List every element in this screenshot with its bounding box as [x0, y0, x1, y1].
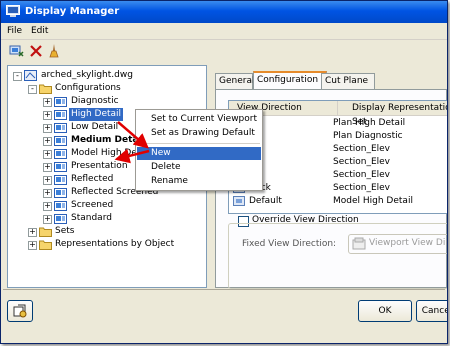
expand-icon[interactable]: + [43, 163, 52, 172]
display-set-cell: Section_Elev [333, 144, 390, 154]
tree-node-label: Reflected [71, 174, 114, 184]
display-configuration-icon [54, 188, 67, 198]
expand-icon[interactable]: + [28, 241, 37, 250]
tree-item-diagnostic[interactable]: + Diagnostic [8, 95, 206, 108]
window-title: Display Manager [25, 6, 120, 17]
context-menu-separator [138, 143, 260, 144]
new-style-icon[interactable] [8, 43, 24, 59]
display-configuration-icon [54, 97, 67, 107]
tab-general[interactable]: General [215, 73, 254, 89]
cancel-button[interactable]: Cancel [416, 300, 447, 322]
style-manager-icon [13, 304, 27, 318]
context-menu: Set to Current Viewport Set as Drawing D… [135, 109, 263, 191]
context-item-label: Delete [151, 162, 181, 172]
title-bar: Display Manager [1, 1, 447, 23]
display-configuration-icon [54, 123, 67, 133]
display-set-cell: Section_Elev [333, 170, 390, 180]
menu-edit[interactable]: Edit [31, 26, 48, 36]
style-manager-button[interactable] [7, 300, 33, 322]
expand-icon[interactable]: + [43, 176, 52, 185]
tree-representations-folder[interactable]: + Representations by Object [8, 238, 206, 251]
menu-bar: File Edit [1, 23, 447, 40]
tree-node-label: Standard [71, 213, 112, 223]
context-item-label: Set to Current Viewport [151, 114, 258, 124]
bottom-separator [3, 289, 445, 290]
context-item-set-drawing-default[interactable]: Set as Drawing Default [137, 127, 261, 140]
display-configuration-icon [54, 136, 67, 146]
folder-icon [39, 84, 52, 94]
context-item-label: New [151, 148, 171, 158]
display-configuration-icon [54, 214, 67, 224]
tree-configurations-folder[interactable]: - Configurations [8, 82, 206, 95]
delete-icon[interactable] [28, 43, 44, 59]
viewport-view-direction-label: Viewport View Directio [369, 238, 447, 248]
toolbar [1, 40, 447, 62]
expand-icon[interactable]: + [43, 215, 52, 224]
tree-root-drawing[interactable]: - arched_skylight.dwg [8, 69, 206, 82]
expand-icon[interactable]: + [28, 228, 37, 237]
tree-node-label: Configurations [55, 83, 121, 93]
expand-icon[interactable]: + [43, 124, 52, 133]
display-set-cell: Section_Elev [333, 183, 390, 193]
purge-icon[interactable] [46, 43, 62, 59]
tree-node-label: Diagnostic [71, 96, 119, 106]
drawing-file-icon [24, 70, 37, 81]
context-item-set-current-viewport[interactable]: Set to Current Viewport [137, 113, 261, 126]
viewport-icon [352, 237, 366, 250]
folder-icon [39, 227, 52, 237]
expand-icon[interactable]: + [43, 98, 52, 107]
expand-icon[interactable]: + [43, 150, 52, 159]
tree-sets-folder[interactable]: + Sets [8, 225, 206, 238]
tree-node-label: Representations by Object [55, 239, 175, 249]
folder-icon [39, 240, 52, 250]
tab-configuration[interactable]: Configuration [253, 71, 327, 91]
context-item-rename[interactable]: Rename [137, 175, 261, 188]
display-set-cell: Model High Detail [333, 196, 413, 206]
collapse-icon[interactable]: - [13, 72, 22, 81]
menu-file[interactable]: File [7, 26, 22, 36]
viewport-view-direction-button[interactable]: Viewport View Directio [348, 234, 447, 254]
expand-icon[interactable]: + [43, 202, 52, 211]
column-header-display-set[interactable]: Display Representation Set [338, 101, 447, 127]
tree-node-label: Presentation [71, 161, 128, 171]
display-set-cell: Section_Elev [333, 157, 390, 167]
expand-icon[interactable]: + [43, 137, 52, 146]
context-item-new[interactable]: New [137, 147, 261, 160]
tab-cut-plane[interactable]: Cut Plane [321, 73, 375, 89]
tree-node-label: Screened [71, 200, 114, 210]
collapse-icon[interactable]: - [28, 85, 37, 94]
display-configuration-icon [54, 175, 67, 185]
display-configuration-icon [54, 162, 67, 172]
fixed-view-direction-label: Fixed View Direction: [242, 239, 337, 249]
tree-node-label: Low Detail [71, 122, 119, 132]
expand-icon[interactable]: + [43, 111, 52, 120]
display-configuration-icon [54, 201, 67, 211]
view-direction-row[interactable]: Default Model High Detail [229, 195, 447, 208]
context-item-delete[interactable]: Delete [137, 161, 261, 174]
tree-item-standard[interactable]: + Standard [8, 212, 206, 225]
override-group-box [228, 223, 447, 289]
display-configuration-icon [54, 110, 67, 120]
ok-button[interactable]: OK [358, 300, 412, 322]
context-item-label: Rename [151, 176, 188, 186]
view-direction-cell: Default [249, 196, 282, 206]
view-direction-icon [233, 196, 245, 206]
display-set-cell: Plan Diagnostic [333, 131, 403, 141]
expand-icon[interactable]: + [43, 189, 52, 198]
tree-node-label: Sets [55, 226, 75, 236]
display-set-cell: Plan High Detail [333, 118, 406, 128]
display-manager-app-icon [6, 5, 20, 17]
display-manager-window: Display Manager File Edit - arched_skylig… [0, 0, 448, 344]
context-item-label: Set as Drawing Default [151, 128, 255, 138]
tree-item-screened[interactable]: + Screened [8, 199, 206, 212]
display-configuration-icon [54, 149, 67, 159]
tree-node-label: High Detail [69, 108, 124, 121]
tree-node-label: arched_skylight.dwg [41, 70, 133, 80]
